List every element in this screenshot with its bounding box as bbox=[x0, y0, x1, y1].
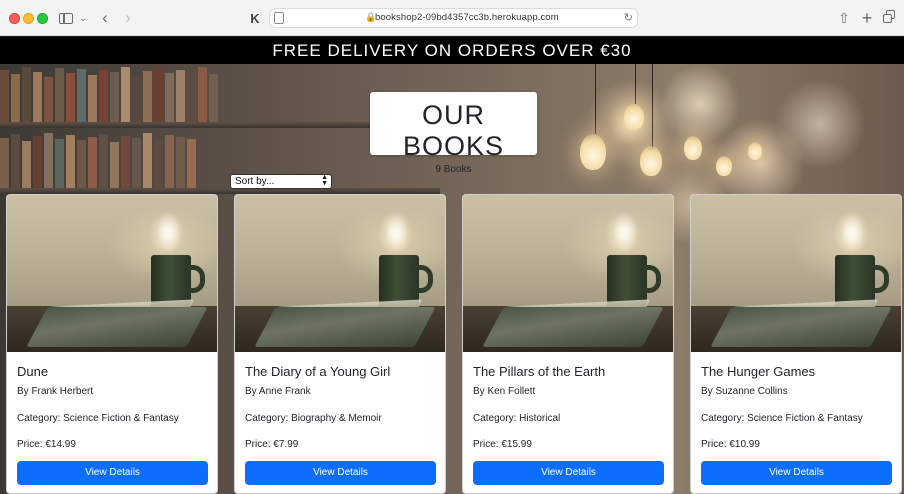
sort-selected-value: Sort by... bbox=[235, 176, 275, 187]
book-cover-image bbox=[463, 195, 673, 352]
chevron-down-icon[interactable]: ⌄ bbox=[78, 8, 88, 28]
book-category: Category: Science Fiction & Fantasy bbox=[17, 413, 179, 424]
book-title: Dune bbox=[17, 364, 49, 379]
close-window-button[interactable] bbox=[9, 13, 20, 24]
forward-arrow-icon[interactable]: › bbox=[120, 8, 136, 28]
book-title: The Pillars of the Earth bbox=[473, 364, 606, 379]
address-bar[interactable]: 🔒 bookshop2-09bd4357cc3b.herokuapp.com ↻ bbox=[269, 8, 638, 28]
url-text: bookshop2-09bd4357cc3b.herokuapp.com bbox=[375, 12, 559, 23]
book-card: The Diary of a Young Girl By Anne Frank … bbox=[234, 194, 446, 494]
minimize-window-button[interactable] bbox=[23, 13, 34, 24]
delivery-banner: FREE DELIVERY ON ORDERS OVER €30 bbox=[0, 37, 904, 64]
new-tab-icon[interactable]: + bbox=[859, 8, 875, 28]
book-category: Category: Historical bbox=[473, 413, 561, 424]
book-price: Price: €14.99 bbox=[17, 439, 76, 450]
book-title: The Hunger Games bbox=[701, 364, 816, 379]
view-details-button[interactable]: View Details bbox=[245, 461, 436, 485]
sort-select[interactable]: Sort by... ▲ ▼ bbox=[230, 174, 332, 189]
tab-overview-icon[interactable] bbox=[881, 8, 897, 28]
extension-icon[interactable]: K bbox=[247, 8, 263, 28]
view-details-button[interactable]: View Details bbox=[473, 461, 664, 485]
book-cover-image bbox=[691, 195, 901, 352]
book-card: The Hunger Games By Suzanne Collins Cate… bbox=[690, 194, 902, 494]
share-icon[interactable]: ⇧ bbox=[836, 8, 852, 28]
book-category: Category: Science Fiction & Fantasy bbox=[701, 413, 863, 424]
book-price: Price: €10.99 bbox=[701, 439, 760, 450]
book-cover-image bbox=[235, 195, 445, 352]
book-title: The Diary of a Young Girl bbox=[245, 364, 391, 379]
book-count: 9 Books bbox=[435, 164, 472, 175]
view-details-button[interactable]: View Details bbox=[17, 461, 208, 485]
book-price: Price: €15.99 bbox=[473, 439, 532, 450]
back-arrow-icon[interactable]: ‹ bbox=[97, 8, 113, 28]
page-title-box: OUR BOOKS 9 Books bbox=[370, 92, 537, 175]
book-author: By Frank Herbert bbox=[17, 386, 94, 397]
book-author: By Ken Follett bbox=[473, 386, 536, 397]
sidebar-toggle-icon[interactable] bbox=[58, 8, 74, 28]
page-icon bbox=[274, 12, 284, 24]
browser-toolbar: ⌄ ‹ › K 🔒 bookshop2-09bd4357cc3b.herokua… bbox=[0, 0, 904, 36]
book-author: By Suzanne Collins bbox=[701, 386, 788, 397]
book-price: Price: €7.99 bbox=[245, 439, 299, 450]
book-card: The Pillars of the Earth By Ken Follett … bbox=[462, 194, 674, 494]
reload-icon[interactable]: ↻ bbox=[624, 11, 633, 24]
book-author: By Anne Frank bbox=[245, 386, 311, 397]
book-card: Dune By Frank Herbert Category: Science … bbox=[6, 194, 218, 494]
select-arrows-icon: ▲ ▼ bbox=[321, 174, 328, 187]
book-category: Category: Biography & Memoir bbox=[245, 413, 382, 424]
book-cover-image bbox=[7, 195, 217, 352]
zoom-window-button[interactable] bbox=[37, 13, 48, 24]
page-title: OUR BOOKS bbox=[402, 100, 505, 161]
view-details-button[interactable]: View Details bbox=[701, 461, 892, 485]
